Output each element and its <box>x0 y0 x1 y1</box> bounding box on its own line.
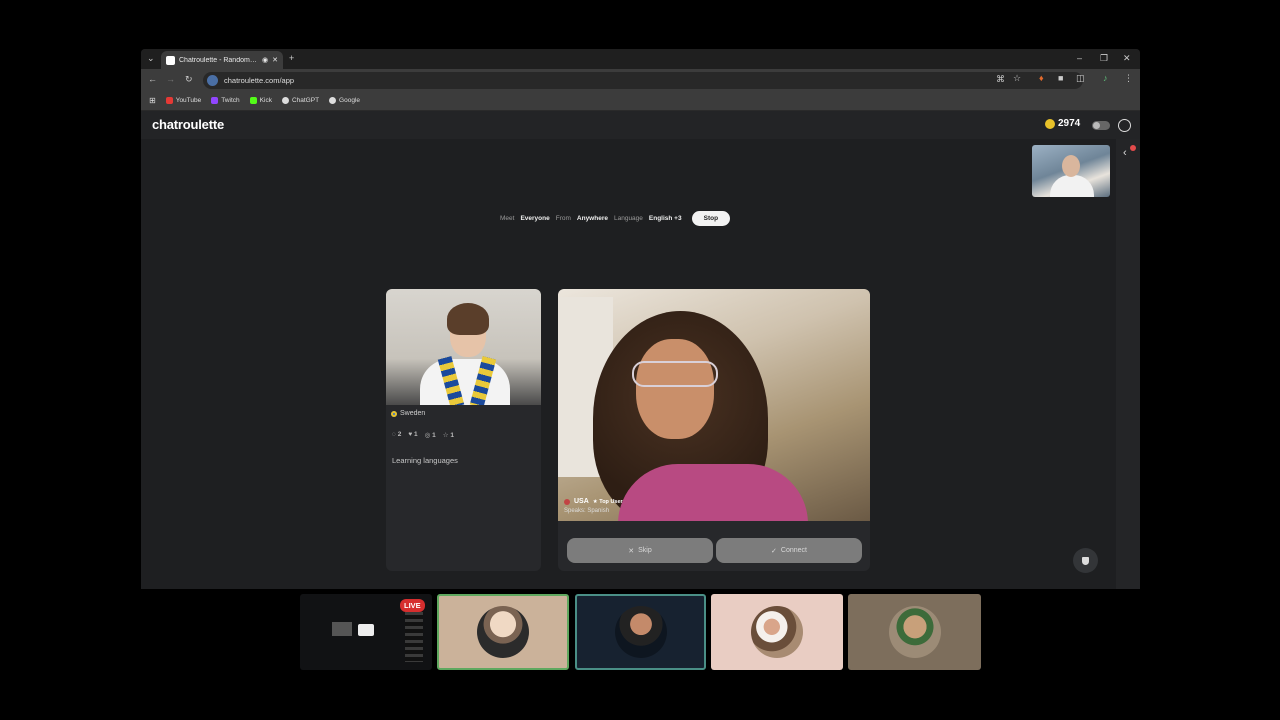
sweden-flag-icon <box>391 410 397 417</box>
app-header: chatroulette 2974 <box>141 111 1140 139</box>
browser-window: ⌄ Chatroulette - Random vid ◉ ✕ + – ❐ ✕ … <box>141 49 1140 589</box>
partner-video: USA ★ Top User Speaks: Spanish ✕ Skip ✓ … <box>558 289 870 571</box>
avatar <box>888 606 941 658</box>
back-icon[interactable]: ← <box>148 75 157 84</box>
chevron-left-icon[interactable]: ‹ <box>1123 147 1127 159</box>
close-icon: ✕ <box>628 547 635 555</box>
kick-icon <box>249 97 257 104</box>
profile-stats: ◌ 2 ♥ 1 ◎ 1 ☆ 1 <box>392 431 454 439</box>
tab-search-icon[interactable]: ⌄ <box>147 54 155 63</box>
coin-balance[interactable]: 2974 <box>1045 118 1080 129</box>
partner-country: USA <box>574 498 589 505</box>
extension-fire-icon[interactable]: ♦ <box>1039 74 1044 83</box>
partner-info-overlay: USA ★ Top User Speaks: Spanish <box>564 498 623 514</box>
live-badge: LIVE <box>400 599 425 612</box>
side-panel: ‹ <box>1116 139 1140 589</box>
theme-toggle[interactable] <box>1092 121 1110 130</box>
screen-share-thumbnail[interactable]: LIVE <box>300 594 432 670</box>
chat-icon: ◌ <box>392 431 396 438</box>
site-info-icon[interactable] <box>207 75 218 86</box>
notification-dot <box>1130 145 1136 151</box>
check-icon: ✓ <box>771 547 777 555</box>
meet-filter[interactable]: Everyone <box>520 215 549 222</box>
top-user-badge: ★ Top User <box>592 498 623 505</box>
meet-label: Meet <box>500 215 515 222</box>
partner-languages: Speaks: Spanish <box>564 508 610 514</box>
participant-thumbnail[interactable] <box>711 594 843 670</box>
audio-icon[interactable]: ◉ <box>262 56 268 64</box>
partner-video-feed <box>558 289 870 521</box>
twitch-icon <box>211 97 219 104</box>
stat-item: ◎ 1 <box>424 432 436 439</box>
shield-icon <box>1082 556 1089 565</box>
tab-strip: ⌄ Chatroulette - Random vid ◉ ✕ + – ❐ ✕ <box>141 49 1140 69</box>
account-icon[interactable] <box>1118 119 1131 132</box>
stat-item: ♥ 1 <box>408 431 418 438</box>
connect-button[interactable]: ✓ Connect <box>716 538 862 563</box>
app-logo[interactable]: chatroulette <box>152 117 224 132</box>
self-camera-preview[interactable] <box>1032 145 1110 197</box>
usa-flag-icon <box>564 498 570 505</box>
bookmarks-bar: ⊞ YouTube Twitch Kick ChatGPT Google <box>141 91 1140 111</box>
gift-icon: ◎ <box>424 432 431 439</box>
avatar <box>477 606 529 658</box>
translate-icon[interactable]: ⌘ <box>996 75 1005 84</box>
coin-icon <box>1045 118 1055 129</box>
url-text: chatroulette.com/app <box>224 76 295 85</box>
stop-button[interactable]: Stop <box>691 211 731 226</box>
avatar <box>614 606 667 658</box>
participant-thumbnail[interactable] <box>575 594 706 670</box>
partner-profile-card: Sweden ◌ 2 ♥ 1 ◎ 1 ☆ 1 Learning language… <box>386 289 541 571</box>
forward-icon[interactable]: → <box>166 75 175 84</box>
minimize-icon[interactable]: – <box>1077 54 1082 63</box>
page-content: chatroulette 2974 ‹ Meet Everyone From A… <box>141 111 1140 589</box>
bookmark-youtube[interactable]: YouTube <box>165 97 201 104</box>
match-filters: Meet Everyone From Anywhere Language Eng… <box>500 208 731 229</box>
from-label: From <box>555 215 571 222</box>
chatgpt-icon <box>281 97 289 104</box>
from-filter[interactable]: Anywhere <box>577 215 608 222</box>
new-tab-icon[interactable]: + <box>289 54 294 63</box>
participant-thumbnail[interactable] <box>437 594 569 670</box>
skip-button[interactable]: ✕ Skip <box>567 538 713 563</box>
stat-item: ☆ 1 <box>442 432 454 439</box>
profile-interests: Learning languages <box>392 456 458 465</box>
address-bar[interactable]: chatroulette.com/app <box>203 72 1083 89</box>
bookmark-google[interactable]: Google <box>329 97 360 104</box>
chatroulette-favicon <box>166 55 175 65</box>
safety-shield-button[interactable] <box>1073 548 1098 573</box>
reload-icon[interactable]: ↻ <box>185 75 193 84</box>
coin-count: 2974 <box>1058 118 1081 129</box>
tab-title: Chatroulette - Random vid <box>179 56 259 64</box>
star-icon: ☆ <box>442 432 449 439</box>
browser-toolbar: ← → ↻ chatroulette.com/app ⌘ ☆ ♦ ■ ◫ ♪ ⋮ <box>141 69 1140 91</box>
window-close-icon[interactable]: ✕ <box>1123 54 1131 63</box>
bookmark-chatgpt[interactable]: ChatGPT <box>281 97 319 104</box>
extensions-puzzle-icon[interactable]: ◫ <box>1076 74 1085 83</box>
partner-profile-photo <box>386 289 541 405</box>
youtube-icon <box>165 97 173 104</box>
bookmark-twitch[interactable]: Twitch <box>211 97 240 104</box>
bookmark-kick[interactable]: Kick <box>249 97 272 104</box>
google-icon <box>329 97 337 104</box>
participant-thumbnail[interactable] <box>848 594 981 670</box>
language-filter[interactable]: English +3 <box>649 215 682 222</box>
avatar <box>751 606 803 658</box>
language-label: Language <box>613 215 643 222</box>
monitor-icon <box>358 624 374 636</box>
heart-icon: ♥ <box>408 431 413 438</box>
extension-square-icon[interactable]: ■ <box>1058 74 1063 83</box>
browser-menu-icon[interactable]: ⋮ <box>1124 74 1133 83</box>
restore-icon[interactable]: ❐ <box>1100 54 1108 63</box>
bookmark-star-icon[interactable]: ☆ <box>1013 74 1021 83</box>
stat-item: ◌ 2 <box>392 431 402 438</box>
tab-close-icon[interactable]: ✕ <box>272 56 278 64</box>
profile-extension-icon[interactable]: ♪ <box>1103 74 1108 83</box>
tab-chatroulette[interactable]: Chatroulette - Random vid ◉ ✕ <box>161 51 283 69</box>
profile-country: Sweden <box>391 410 425 417</box>
apps-grid-icon[interactable]: ⊞ <box>149 96 156 105</box>
